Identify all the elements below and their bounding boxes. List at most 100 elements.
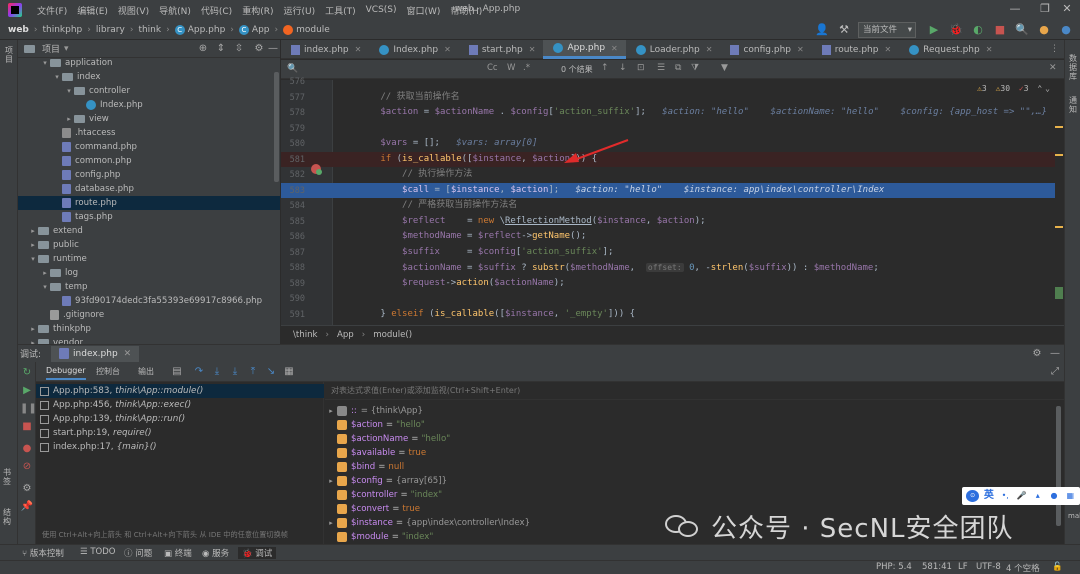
regex-toggle[interactable]: .* bbox=[523, 63, 530, 73]
terminal-button[interactable]: ▣ 终端 bbox=[164, 547, 192, 559]
pause-icon[interactable]: ❚❚ bbox=[20, 402, 37, 416]
chevron-right-icon[interactable]: ▸ bbox=[28, 241, 38, 249]
close-tab-icon[interactable]: ✕ bbox=[444, 45, 451, 54]
close-tab-icon[interactable]: ✕ bbox=[611, 44, 618, 53]
pin-icon[interactable]: 📌 bbox=[20, 500, 34, 514]
hide-icon[interactable]: — bbox=[1048, 347, 1062, 361]
layout-icon[interactable]: ▤ bbox=[170, 365, 184, 379]
editor-crumb-namespace[interactable]: \think bbox=[293, 330, 318, 340]
chevron-right-icon[interactable]: ▸ bbox=[40, 269, 50, 277]
close-tab-icon[interactable]: ✕ bbox=[884, 45, 891, 54]
force-step-into-icon[interactable]: ⤓ bbox=[228, 365, 242, 379]
microphone-icon[interactable]: 🎤 bbox=[1015, 490, 1028, 502]
editor-crumb-class[interactable]: App bbox=[337, 330, 354, 340]
variable-row[interactable]: $action = "hello" bbox=[325, 418, 1045, 432]
step-into-icon[interactable]: ⤓ bbox=[210, 365, 224, 379]
tab-console[interactable]: 控制台 bbox=[96, 366, 120, 377]
emoji-icon[interactable]: ▴ bbox=[1031, 490, 1044, 502]
structure-tool-window-button[interactable]: 结构 bbox=[3, 508, 15, 526]
find-input[interactable] bbox=[299, 62, 479, 77]
tree-item[interactable]: tags.php bbox=[18, 210, 280, 224]
tree-item[interactable]: common.php bbox=[18, 154, 280, 168]
menu-tools[interactable]: 工具(T) bbox=[320, 4, 361, 17]
variable-row[interactable]: $actionName = "hello" bbox=[325, 432, 1045, 446]
editor-tab[interactable]: config.php ✕ bbox=[720, 40, 811, 59]
menu-run[interactable]: 运行(U) bbox=[278, 4, 320, 17]
whole-words-toggle[interactable]: W bbox=[507, 63, 515, 73]
chevron-down-icon[interactable]: ▾ bbox=[64, 44, 69, 54]
evaluate-watch-input[interactable]: 对表达式求值(Enter)或添加监视(Ctrl+Shift+Enter) bbox=[325, 382, 1064, 400]
run-icon[interactable]: ▶ bbox=[926, 22, 942, 38]
tree-item[interactable]: config.php bbox=[18, 168, 280, 182]
editor-tab[interactable]: Index.php ✕ bbox=[369, 40, 458, 59]
breadcrumb-thinkphp[interactable]: thinkphp bbox=[42, 25, 82, 35]
settings-icon[interactable]: ⚙ bbox=[20, 482, 34, 496]
variable-row[interactable]: ▸:: = {think\App} bbox=[325, 404, 1045, 418]
editor-tab[interactable]: index.php ✕ bbox=[281, 40, 369, 59]
tree-item[interactable]: command.php bbox=[18, 140, 280, 154]
previous-occurrence-icon[interactable]: ↑ bbox=[601, 63, 609, 73]
stack-frame[interactable]: index.php:17, {main}() bbox=[36, 440, 324, 454]
tree-item[interactable]: route.php bbox=[18, 196, 280, 210]
tree-item[interactable]: ▸ extend bbox=[18, 224, 280, 238]
step-over-icon[interactable]: ↷ bbox=[192, 365, 206, 379]
close-tab-icon[interactable]: ✕ bbox=[529, 45, 536, 54]
chevron-down-icon[interactable]: ▾ bbox=[64, 87, 74, 95]
code-line[interactable]: // 执行操作方法 bbox=[333, 167, 1055, 182]
expand-all-icon[interactable]: ⇕ bbox=[214, 42, 228, 56]
coverage-icon[interactable]: ◐ bbox=[970, 22, 986, 38]
menu-window[interactable]: 窗口(W) bbox=[402, 4, 446, 17]
chevron-right-icon[interactable]: ▸ bbox=[325, 477, 337, 485]
menu-vcs[interactable]: VCS(S) bbox=[361, 5, 402, 15]
chevron-right-icon[interactable]: ▸ bbox=[28, 325, 38, 333]
file-encoding[interactable]: UTF-8 bbox=[976, 562, 1001, 572]
debug-button[interactable]: 🐞 调试 bbox=[238, 547, 277, 559]
collapse-all-icon[interactable]: ⇳ bbox=[232, 42, 246, 56]
code-line[interactable]: } elseif (is_callable([$instance, '_empt… bbox=[333, 307, 1055, 322]
code-editor[interactable]: // 获取当前操作名 $action = $actionName . $conf… bbox=[333, 80, 1064, 325]
tree-item[interactable]: .htaccess bbox=[18, 126, 280, 140]
tree-item[interactable]: ▾ index bbox=[18, 70, 280, 84]
tree-item[interactable]: ▸ public bbox=[18, 238, 280, 252]
tree-item[interactable]: ▸ log bbox=[18, 266, 280, 280]
menu-code[interactable]: 代码(C) bbox=[196, 4, 237, 17]
user-icon[interactable]: ● bbox=[1047, 490, 1060, 502]
run-to-cursor-icon[interactable]: ↘ bbox=[264, 365, 278, 379]
rerun-icon[interactable]: ↻ bbox=[20, 366, 34, 380]
settings-color-icon[interactable]: ● bbox=[1058, 22, 1074, 38]
tree-item[interactable]: ▾ application bbox=[18, 58, 280, 70]
breadcrumb-class[interactable]: C App bbox=[238, 24, 270, 35]
tree-item[interactable]: ▾ runtime bbox=[18, 252, 280, 266]
tree-item[interactable]: Index.php bbox=[18, 98, 280, 112]
chevron-down-icon[interactable]: ▾ bbox=[52, 73, 62, 81]
match-case-toggle[interactable]: Cc bbox=[487, 63, 498, 73]
build-hammer-icon[interactable]: ⚒ bbox=[836, 22, 852, 38]
debug-session-tab[interactable]: index.php ✕ bbox=[51, 345, 140, 362]
step-out-icon[interactable]: ⤒ bbox=[246, 365, 260, 379]
bookmarks-tool-window-button[interactable]: 书签 bbox=[3, 468, 15, 486]
filter-icon[interactable]: ⧩ bbox=[691, 63, 699, 73]
next-occurrence-icon[interactable]: ↓ bbox=[619, 63, 627, 73]
debug-icon[interactable]: 🐞 bbox=[948, 22, 964, 38]
resume-icon[interactable]: ▶ bbox=[20, 384, 34, 398]
view-breakpoints-icon[interactable]: ● bbox=[20, 442, 34, 456]
chevron-down-icon[interactable]: ▾ bbox=[40, 59, 50, 67]
hide-icon[interactable]: — bbox=[266, 42, 280, 56]
breadcrumb-project[interactable]: web bbox=[8, 25, 29, 35]
todo-button[interactable]: ☰ TODO bbox=[80, 547, 115, 557]
chevron-right-icon[interactable]: ▸ bbox=[64, 115, 74, 123]
code-line[interactable]: // 严格获取当前操作方法名 bbox=[333, 198, 1055, 213]
more-tabs-icon[interactable]: ⋮ bbox=[1050, 44, 1059, 54]
project-panel-title[interactable]: 项目 bbox=[42, 42, 60, 55]
code-line[interactable]: $actionName = $suffix ? substr($methodNa… bbox=[333, 260, 1055, 275]
filter-options-icon[interactable]: ☰ bbox=[657, 63, 665, 73]
tree-item[interactable]: 93fd90174dedc3fa55393e69917c8966.php bbox=[18, 294, 280, 308]
chevron-right-icon[interactable]: ▸ bbox=[28, 227, 38, 235]
restore-layout-icon[interactable]: ⤢ bbox=[1048, 365, 1062, 379]
run-configuration-select[interactable]: 当前文件 bbox=[858, 22, 916, 38]
code-line[interactable]: // 获取当前操作名 bbox=[333, 90, 1055, 105]
gear-icon[interactable]: ⚙ bbox=[252, 42, 266, 56]
notifications-tool-window-button[interactable]: 通知 bbox=[1068, 96, 1078, 114]
tab-output[interactable]: 输出 bbox=[138, 366, 154, 377]
problems-button[interactable]: ⓘ 问题 bbox=[124, 547, 152, 559]
